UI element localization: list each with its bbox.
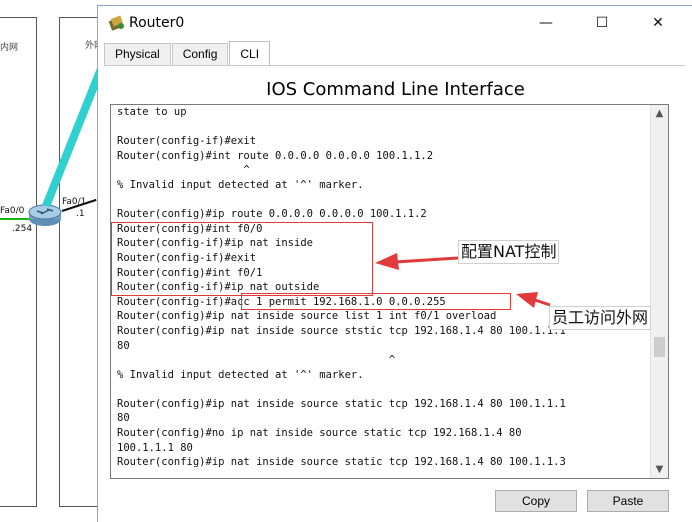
staff-internet-note: 员工访问外网 [549, 306, 652, 330]
nat-control-note: 配置NAT控制 [458, 240, 560, 264]
annotation-arrows [375, 253, 551, 308]
